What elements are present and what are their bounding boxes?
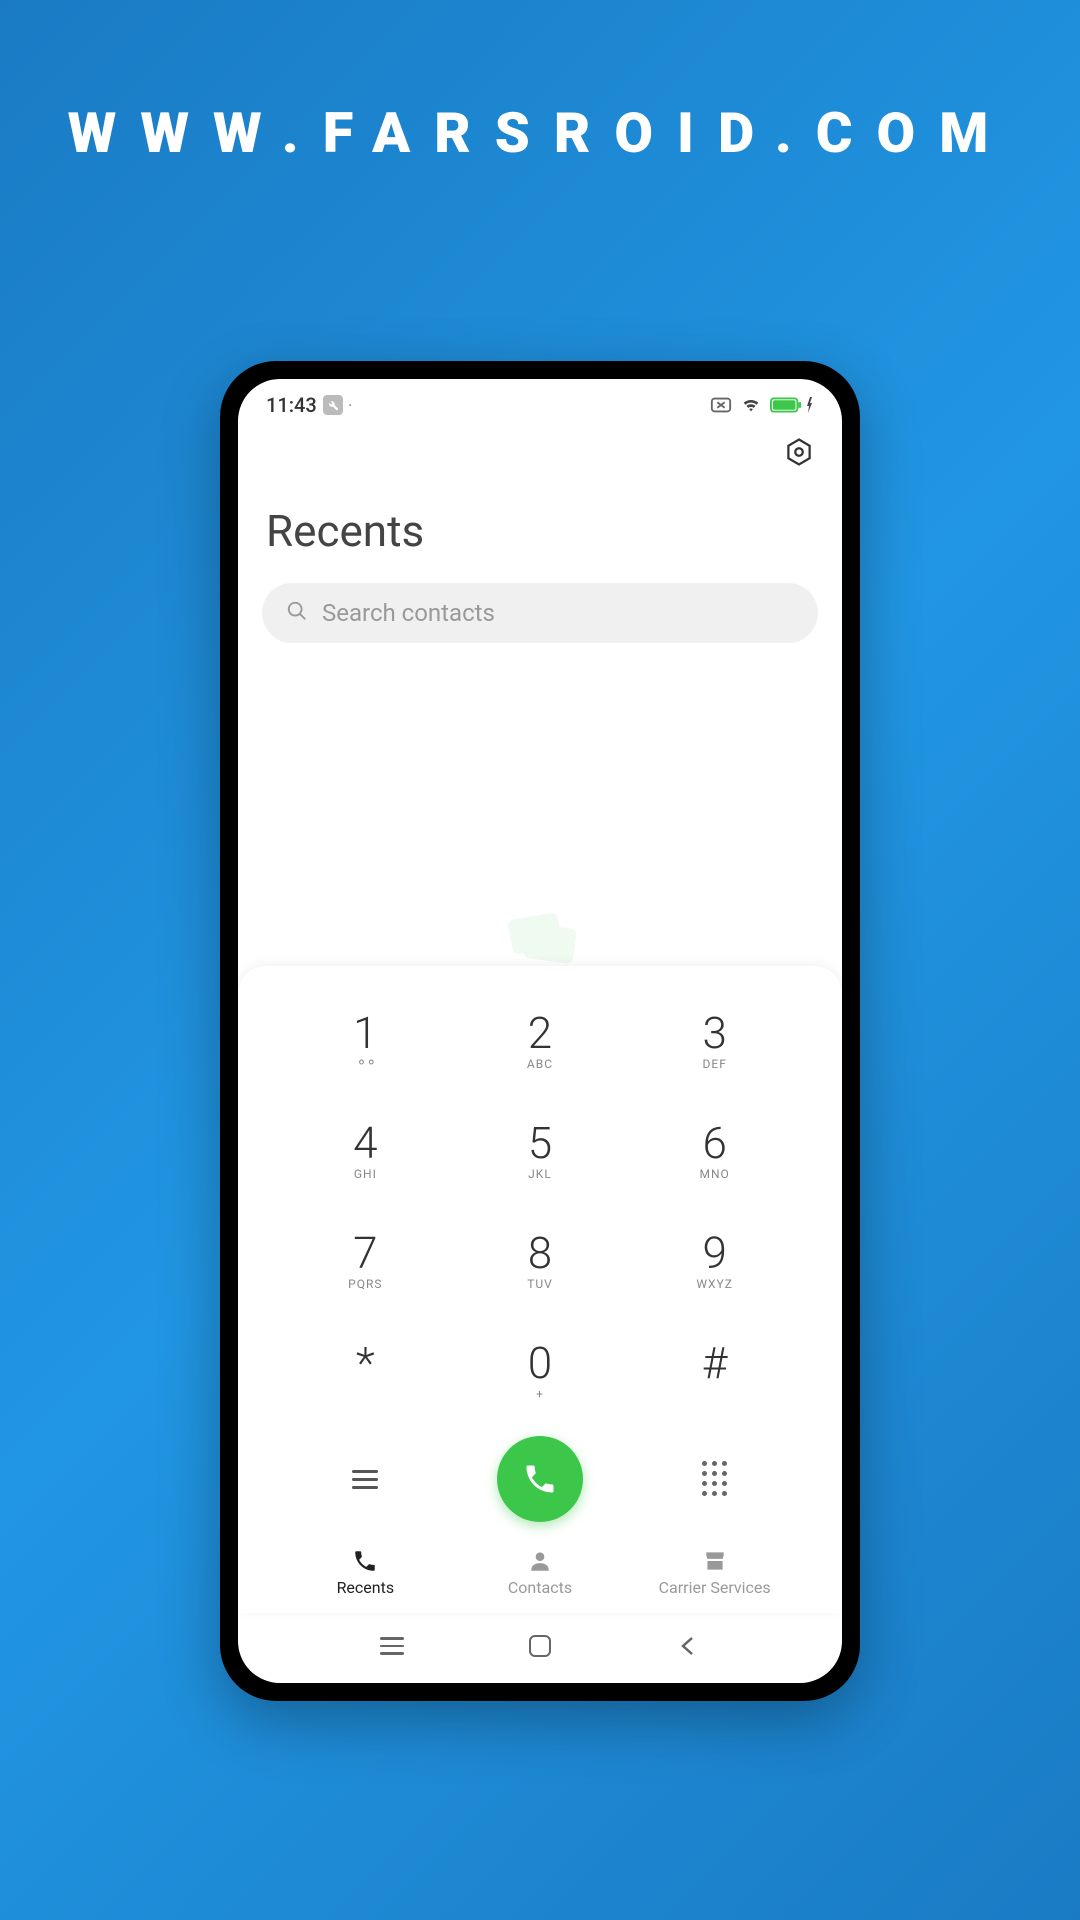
key-1[interactable]: 1 ⚬⚬ <box>278 986 453 1096</box>
page-title: Recents <box>238 481 842 575</box>
chevron-left-icon <box>679 1635 697 1657</box>
key-6[interactable]: 6 MNO <box>627 1096 802 1206</box>
no-sim-icon <box>710 396 732 414</box>
digit: # <box>702 1341 728 1385</box>
letters: PQRS <box>348 1277 382 1291</box>
tab-carrier-services[interactable]: Carrier Services <box>627 1548 802 1597</box>
tab-label: Contacts <box>508 1578 572 1597</box>
search-icon <box>286 600 308 626</box>
letters <box>363 1387 367 1401</box>
empty-recents-area <box>238 651 842 966</box>
nav-back-button[interactable] <box>673 1635 703 1657</box>
key-3[interactable]: 3 DEF <box>627 986 802 1096</box>
phone-frame: 11:43 • <box>220 361 860 1701</box>
digit: 7 <box>353 1231 377 1275</box>
bottom-tabs: Recents Contacts Carrier Services <box>278 1540 802 1613</box>
hamburger-icon <box>352 1470 378 1489</box>
digit: 3 <box>702 1011 726 1055</box>
store-icon <box>702 1548 728 1574</box>
tab-contacts[interactable]: Contacts <box>453 1548 628 1597</box>
empty-state-illustration <box>480 906 600 976</box>
digit: * <box>356 1341 375 1385</box>
dialpad-grid: 1 ⚬⚬ 2 ABC 3 DEF 4 GHI 5 JKL <box>278 986 802 1426</box>
digit: 9 <box>702 1231 726 1275</box>
person-icon <box>527 1548 553 1574</box>
search-input[interactable]: Search contacts <box>262 583 818 643</box>
key-9[interactable]: 9 WXYZ <box>627 1206 802 1316</box>
wifi-icon <box>740 396 762 414</box>
tab-label: Recents <box>337 1578 395 1597</box>
status-bar: 11:43 • <box>238 379 842 423</box>
digit: 8 <box>528 1231 552 1275</box>
call-button[interactable] <box>497 1436 583 1522</box>
letters: + <box>536 1387 544 1401</box>
key-8[interactable]: 8 TUV <box>453 1206 628 1316</box>
letters: ABC <box>527 1057 553 1071</box>
digit: 4 <box>353 1121 377 1165</box>
notification-dot: • <box>349 401 352 410</box>
menu-icon <box>380 1637 404 1655</box>
app-header <box>238 423 842 481</box>
digit: 5 <box>528 1121 552 1165</box>
letters: WXYZ <box>696 1277 733 1291</box>
key-hash[interactable]: # <box>627 1316 802 1426</box>
digit: 1 <box>353 1011 377 1055</box>
key-2[interactable]: 2 ABC <box>453 986 628 1096</box>
digit: 0 <box>528 1341 552 1385</box>
tab-label: Carrier Services <box>659 1578 771 1597</box>
nav-recent-apps-button[interactable] <box>377 1635 407 1657</box>
phone-screen: 11:43 • <box>238 379 842 1683</box>
nav-home-button[interactable] <box>525 1635 555 1657</box>
key-star[interactable]: * <box>278 1316 453 1426</box>
battery-icon <box>770 397 814 413</box>
letters: JKL <box>528 1167 552 1181</box>
letters <box>713 1387 717 1401</box>
menu-button[interactable] <box>352 1470 378 1489</box>
phone-icon <box>352 1548 378 1574</box>
status-left: 11:43 • <box>266 393 352 417</box>
status-right <box>710 396 814 414</box>
key-5[interactable]: 5 JKL <box>453 1096 628 1206</box>
dialpad-toggle-button[interactable] <box>702 1461 728 1497</box>
letters: TUV <box>527 1277 553 1291</box>
letters: MNO <box>700 1167 730 1181</box>
key-7[interactable]: 7 PQRS <box>278 1206 453 1316</box>
dialpad-grid-icon <box>702 1461 728 1497</box>
letters: GHI <box>354 1167 377 1181</box>
system-nav-bar <box>238 1613 842 1683</box>
dialpad: 1 ⚬⚬ 2 ABC 3 DEF 4 GHI 5 JKL <box>238 966 842 1613</box>
key-4[interactable]: 4 GHI <box>278 1096 453 1206</box>
search-placeholder: Search contacts <box>322 599 495 627</box>
letters: DEF <box>703 1057 727 1071</box>
status-time: 11:43 <box>266 393 317 417</box>
digit: 2 <box>528 1011 552 1055</box>
digit: 6 <box>702 1121 726 1165</box>
key-0[interactable]: 0 + <box>453 1316 628 1426</box>
tab-recents[interactable]: Recents <box>278 1548 453 1597</box>
dev-tools-icon <box>323 395 343 415</box>
settings-icon[interactable] <box>784 437 814 471</box>
watermark-text: WWW.FARSROID.COM <box>68 100 1013 166</box>
voicemail-icon: ⚬⚬ <box>356 1055 375 1071</box>
phone-icon <box>522 1461 558 1497</box>
dialpad-actions <box>278 1426 802 1540</box>
square-icon <box>529 1635 551 1657</box>
